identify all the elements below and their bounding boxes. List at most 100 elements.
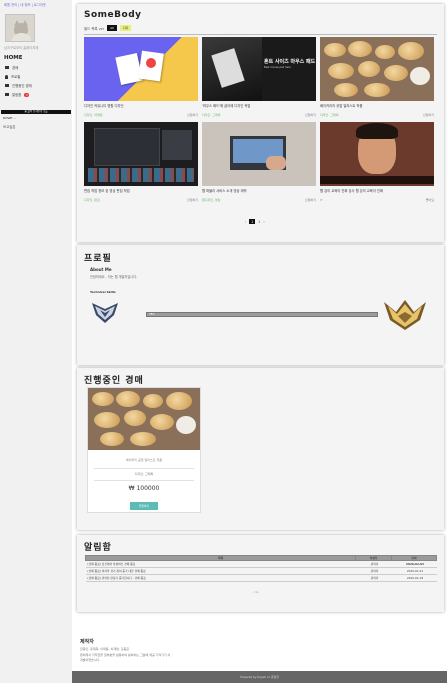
table-row[interactable]: [경매 종료] 당신께서 작성하신 경매 종료 관리자 2020-02-03 [85, 560, 437, 568]
myinfo-link[interactable]: 내 정보 [20, 3, 30, 7]
divider [84, 34, 437, 35]
card-title: 디자인 커뮤니티 명함 디자인 [84, 104, 124, 108]
filter-row: 필드 목록 ver All 디자 [84, 25, 132, 31]
sidebar-item-label: 경매 [12, 66, 19, 70]
notice-table: 제목 작성자 날짜 [경매 종료] 당신께서 작성하신 경매 종료 관리자 20… [85, 555, 437, 582]
user-icon [5, 74, 8, 79]
card-tags: 디자인, 그래픽 [202, 113, 221, 117]
portfolio-card[interactable]: 편집 작업 정보 된 영상 편집 작업 디자인, 편집 신청하기 [84, 122, 198, 202]
skill-progress-bar: 78% [146, 312, 378, 317]
mail-icon [5, 93, 9, 96]
portfolio-card[interactable]: 웹 퍼블리 서비스 소개 영상 제작 웹디자인, 영상 신청하기 [202, 122, 316, 202]
notice-date-cell: 2020-01-18 [391, 574, 437, 582]
card-thumbnail [84, 122, 198, 186]
notice-author-cell: 관리자 [355, 560, 392, 568]
member-link[interactable]: 회원 관리 [4, 3, 17, 7]
filter-design-button[interactable]: 디자 [119, 25, 132, 31]
footer-note: 팬에게서 저작권을 일부분을 활용하여 봉하하는 그분에 제공 가져가기 이 [80, 653, 171, 657]
skills-heading: Technical Skills [90, 290, 116, 294]
logout-link[interactable]: 로그아웃 [34, 3, 46, 7]
thumb-subtext: Best mouse pad here [264, 66, 291, 69]
portfolio-card[interactable]: 혼트 사이즈 마우스 패드 Best mouse pad here '마우스 패드… [202, 37, 316, 117]
notice-title-cell[interactable]: [경매 종료] 관련된 판정가 증가합니다 ‑ 경매 종료 [85, 574, 356, 582]
notice-date-cell: 2020-02-03 [391, 560, 437, 568]
notice-title-cell[interactable]: [경매 종료] 마지막 경기 참여 증가 대한 경매 종료 [85, 567, 356, 575]
auction-card[interactable]: 베이커리 공업 일러스트 작품 디자인, 그래픽 ₩ 100000 입찰하기 [87, 387, 201, 513]
card-action[interactable]: 좋아요 [426, 198, 434, 202]
portfolio-card[interactable]: 웹 강의 교육의 진짜 강사 웹 강의 교육이 진짜 IT 좋아요 [320, 122, 434, 202]
notice-count-badge: 3 [24, 92, 30, 97]
card-action[interactable]: 신청하기 [187, 113, 198, 117]
sidebar-item-label: 프로필 [11, 75, 21, 79]
card-tags: 디자인, 그래픽 [320, 113, 339, 117]
side-banner[interactable]: 홈 클릭 토지안녕 오늘 [1, 110, 71, 114]
card-thumbnail [202, 122, 316, 186]
notice-author-cell: 관리자 [355, 567, 392, 575]
silver-rank-icon [92, 303, 118, 323]
footer-heading: 제작자 [80, 639, 94, 645]
card-action[interactable]: 신청하기 [305, 198, 316, 202]
auction-price: ₩ 100000 [128, 485, 160, 492]
filter-all-button[interactable]: All [107, 25, 117, 31]
card-thumbnail [84, 37, 198, 101]
notice-title-cell[interactable]: [경매 종료] 당신께서 작성하신 경매 종료 [85, 560, 356, 568]
skill-progress-label: 78% [149, 312, 155, 316]
envelope-icon [5, 66, 9, 69]
side-caption: ROWE ... [3, 116, 17, 120]
thumb-text: 혼트 사이즈 마우스 패드 [264, 59, 316, 65]
sidebar-item-home[interactable]: HOME [0, 53, 72, 63]
card-tags: 디자인, 편집 [84, 198, 100, 202]
sidebar: 회원 관리 | 내 정보 | 로그아웃 님지구로모의 홈페이지에 HOME 경매… [0, 0, 72, 683]
sidebar-item-profile[interactable]: 프로필 [0, 72, 72, 81]
portfolio-panel: SomeBody 필드 목록 ver All 디자 디자인 커뮤니티 명함 디자… [77, 4, 444, 242]
main-content: SomeBody 필드 목록 ver All 디자 디자인 커뮤니티 명함 디자… [72, 0, 447, 683]
top-nav: 회원 관리 | 내 정보 | 로그아웃 [4, 3, 46, 7]
filter-label: 필드 목록 ver [84, 26, 105, 31]
notice-author-cell: 관리자 [355, 574, 392, 582]
sidebar-item-label: 진행중인 경매 [12, 84, 32, 88]
pager-next[interactable]: › [263, 220, 264, 224]
card-thumbnail [320, 122, 434, 186]
section-title: 알림함 [84, 543, 112, 553]
card-title: 베이커리의 공업 일러스트 작품 [320, 104, 363, 108]
card-tags: 디자인, 마케팅 [84, 113, 103, 117]
sidebar-item-auction[interactable]: 경매 [0, 63, 72, 72]
auction-item-title: 베이커리 공업 일러스트 작품 [126, 458, 162, 462]
card-thumbnail: 혼트 사이즈 마우스 패드 Best mouse pad here [202, 37, 316, 101]
card-action[interactable]: 신청하기 [423, 113, 434, 117]
footer-credits: 민종인, 유재화, 이태웅, 차재영, 김동윤 [80, 647, 130, 651]
notice-date-cell: 2020-01-22 [391, 567, 437, 575]
user-info: 님지구로모의 홈페이지에 [4, 46, 39, 50]
pager-prev[interactable]: ‹ [245, 220, 246, 224]
side-note: 쓰고싶은 [3, 125, 16, 129]
profile-panel: 프로필 About Me 안녕하세요 , 저는 웹 개발자입니다. Techni… [77, 245, 444, 365]
gold-rank-icon [384, 300, 426, 330]
card-thumbnail [320, 37, 434, 101]
gavel-icon [5, 84, 9, 87]
table-row[interactable]: [경매 종료] 마지막 경기 참여 증가 대한 경매 종료 관리자 2020-0… [85, 567, 437, 575]
table-row[interactable]: [경매 종료] 관련된 판정가 증가합니다 ‑ 경매 종료 관리자 2020-0… [85, 574, 437, 582]
auction-item-tags: 디자인, 그래픽 [134, 472, 154, 476]
portfolio-card[interactable]: 베이커리의 공업 일러스트 작품 디자인, 그래픽 신청하기 [320, 37, 434, 117]
sidebar-item-ongoing[interactable]: 진행중인 경매 [0, 81, 72, 90]
notice-pager[interactable]: ‹ 1 › [253, 590, 259, 594]
portfolio-card[interactable]: 디자인 커뮤니티 명함 디자인 디자인, 마케팅 신청하기 [84, 37, 198, 117]
footer: 제작자 민종인, 유재화, 이태웅, 차재영, 김동윤 팬에게서 저작권을 일부… [72, 629, 447, 671]
card-action[interactable]: 신청하기 [187, 198, 198, 202]
card-tags: IT [320, 198, 323, 202]
card-title: 편집 작업 정보 된 영상 편집 작업 [84, 189, 130, 193]
section-title: 진행중인 경매 [84, 376, 144, 386]
sidebar-item-notice[interactable]: 알림함 3 [0, 90, 72, 99]
sidebar-nav: HOME 경매 프로필 진행중인 경매 알림함 3 [0, 53, 72, 99]
section-title: 프로필 [84, 254, 112, 264]
bid-button[interactable]: 입찰하기 [130, 502, 158, 510]
about-heading: About Me [90, 267, 112, 272]
card-title: '마우스 패드'에 굽이에 디자인 작업 [202, 104, 251, 108]
about-text: 안녕하세요 , 저는 웹 개발자입니다. [90, 275, 138, 279]
pager-page-2[interactable]: 2 [258, 220, 260, 224]
card-action[interactable]: 신청하기 [305, 113, 316, 117]
auction-image [88, 388, 200, 450]
portfolio-pager: ‹ 1 2 › [245, 219, 265, 224]
pager-page-1[interactable]: 1 [249, 219, 256, 224]
avatar[interactable] [5, 14, 35, 42]
